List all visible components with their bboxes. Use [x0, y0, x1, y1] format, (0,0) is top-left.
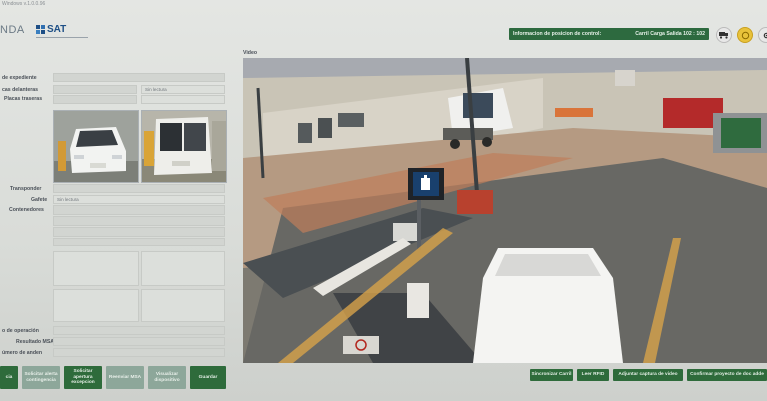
guardar-button[interactable]: Guardar	[190, 366, 226, 389]
contenedores-label: Contenedores	[9, 207, 44, 213]
document-slot-2[interactable]	[141, 251, 225, 286]
contenedor-field-2[interactable]	[53, 216, 225, 226]
gafete-field[interactable]: Sin lectura	[53, 195, 225, 204]
placas-traseras-label: Placas traseras	[4, 96, 43, 102]
front-plate-thumbnail[interactable]	[53, 110, 139, 183]
video-feed[interactable]	[243, 58, 767, 363]
contenedor-field-4[interactable]	[53, 238, 225, 246]
numero-anden-field[interactable]	[53, 348, 225, 357]
version-label: Windows v.1.0.0.96	[2, 1, 46, 7]
tipo-operacion-field[interactable]	[53, 326, 225, 335]
solicitar-apertura-button[interactable]: Solicitar apertura excepcion	[64, 366, 102, 389]
visualizar-dispositivo-button[interactable]: Visualizar dispositivo	[148, 366, 186, 389]
placas-delanteras-field[interactable]	[53, 85, 137, 94]
logo-divider	[36, 37, 88, 38]
gafete-label: Gafete	[31, 197, 48, 203]
transponder-label: Transponder	[10, 186, 42, 192]
solicitar-alerta-button[interactable]: Solicitar alerta contingencia	[22, 366, 60, 389]
tipo-operacion-label: o de operación	[2, 328, 39, 334]
gear-icon[interactable]	[758, 27, 767, 43]
placas-delanteras-label: cas delanteras	[2, 87, 39, 93]
document-slot-3[interactable]	[53, 289, 139, 322]
adjuntar-captura-button[interactable]: Adjuntar captura de video	[613, 369, 683, 381]
control-position-value: Carril Carga Salida 102 : 102	[635, 31, 705, 37]
control-position-banner: Informacion de posicion de control: Carr…	[509, 28, 709, 40]
confirmar-proyecto-button[interactable]: Confirmar proyecto de doc adde	[687, 369, 767, 381]
truck-icon[interactable]	[716, 27, 732, 43]
contenedor-field-1[interactable]	[53, 205, 225, 215]
control-position-title: Informacion de posicion de control:	[513, 31, 602, 37]
document-slot-1[interactable]	[53, 251, 139, 286]
resultado-msa-field[interactable]	[53, 337, 225, 346]
left-button-1[interactable]: cia	[0, 366, 18, 389]
numero-anden-label: úmero de anden	[2, 350, 43, 356]
app-screen: Windows v.1.0.0.96 NDA SAT Informacion d…	[0, 0, 767, 401]
sat-logo-mark	[36, 25, 45, 34]
placas-traseras-status	[141, 95, 225, 104]
rear-plate-thumbnail[interactable]	[141, 110, 227, 183]
leer-rfid-button[interactable]: Leer RFID	[577, 369, 609, 381]
video-label: Video	[243, 50, 258, 56]
sat-logo: SAT	[36, 24, 66, 35]
expediente-label: de expediente	[2, 75, 37, 81]
transponder-field[interactable]	[53, 184, 225, 193]
sat-logo-text: SAT	[47, 24, 67, 35]
coin-icon[interactable]	[737, 27, 753, 43]
expediente-field[interactable]	[53, 73, 225, 82]
resultado-msa-label: Resultado MSA	[16, 339, 55, 345]
placas-delanteras-status: Sin lectura	[141, 85, 225, 94]
placas-traseras-field[interactable]	[53, 95, 137, 104]
brand-text: NDA	[0, 24, 25, 36]
document-slot-4[interactable]	[141, 289, 225, 322]
sincronizar-carril-button[interactable]: Sincronizar Carril	[530, 369, 573, 381]
contenedor-field-3[interactable]	[53, 227, 225, 237]
reenviar-msa-button[interactable]: Reenviar MSA	[106, 366, 144, 389]
